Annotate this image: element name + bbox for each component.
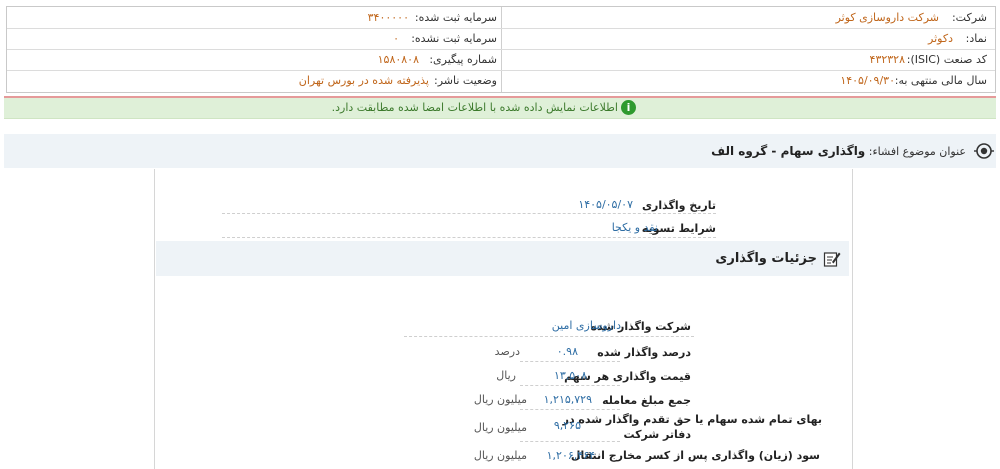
info-row: نماد: دکوثر سرمایه ثبت نشده: ۰ [7,28,995,50]
subject-label: عنوان موضوع افشاء: [868,145,966,158]
info-row: کد صنعت (ISIC): ۴۳۲۳۲۸ شماره پیگیری: ۱۵۸… [7,49,995,71]
row-separator [520,361,620,362]
net-gain-value: ۱,۲۰۶,۴۶۴ [546,449,595,462]
info-icon: i [621,100,636,115]
transferred-company-value: داروسازی امین [551,319,621,332]
unregistered-capital-label: سرمایه ثبت نشده: [411,32,497,45]
fiscal-year-value: ۱۴۰۵/۰۹/۳۰ [840,74,895,87]
percent-unit: درصد [494,345,520,358]
price-per-share-value: ۱۳,۵۰۸ [553,369,587,382]
row-separator [520,441,620,442]
publisher-status-label: وضعیت ناشر: [434,74,497,87]
verification-message: اطلاعات نمایش داده شده با اطلاعات امضا ش… [331,101,618,114]
total-amount-value: ۱,۲۱۵,۷۲۹ [543,393,592,406]
tracking-label: شماره پیگیری: [429,53,497,66]
symbol-label: نماد: [965,32,987,45]
row-separator [520,409,620,410]
registered-capital-label: سرمایه ثبت شده: [414,11,497,24]
company-label: شرکت: [951,11,987,24]
net-gain-label: سود (زیان) واگذاری پس از کسر مخارج انتقا… [570,449,820,462]
company-info-table: شرکت: شرکت داروسازی کوثر سرمایه ثبت شده:… [6,6,996,93]
total-amount-unit: میلیون ریال [473,393,527,406]
price-unit: ریال [496,369,516,382]
transfer-details-header: جزئیات واگذاری [156,241,849,276]
row-separator [222,213,716,214]
row-separator [222,237,716,238]
net-gain-unit: میلیون ریال [473,449,527,462]
transfer-date-label: تاریخ واگذاری [641,199,716,212]
info-row: سال مالی منتهی به: ۱۴۰۵/۰۹/۳۰ وضعیت ناشر… [7,70,995,91]
publisher-status-value: پذیرفته شده در بورس تهران [298,74,429,87]
unregistered-capital-value: ۰ [393,32,399,45]
info-row: شرکت: شرکت داروسازی کوثر سرمایه ثبت شده:… [7,7,995,29]
total-amount-label: جمع مبلغ معامله [602,394,691,407]
transfer-details-title: جزئیات واگذاری [715,251,817,266]
settlement-terms-value: نقد و یکجا [611,221,658,234]
isic-label: کد صنعت (ISIC): [906,53,987,66]
subject-line: عنوان موضوع افشاء: واگذاری سهام - گروه ا… [711,134,966,169]
book-cost-unit: میلیون ریال [473,421,527,434]
transferred-percent-value: ۰.۹۸ [556,345,578,358]
row-separator [404,336,694,337]
edit-icon [823,252,841,267]
registered-capital-value: ۳۴۰۰۰۰۰ [367,11,409,24]
verification-banner: i اطلاعات نمایش داده شده با اطلاعات امضا… [4,96,996,119]
book-cost-label-line1: بهای تمام شده سهام یا حق تقدم واگذار شده… [562,413,822,426]
fiscal-year-label: سال مالی منتهی به: [894,74,987,87]
row-separator [520,385,620,386]
book-cost-value: ۹,۲۶۵ [553,419,581,432]
subject-title: واگذاری سهام - گروه الف [711,144,866,158]
tracking-value: ۱۵۸۰۸۰۸ [377,53,419,66]
transfer-date-value: ۱۴۰۵/۰۵/۰۷ [578,198,633,211]
symbol-value: دکوثر [928,32,953,45]
book-cost-label-line2: دفاتر شرکت [623,428,691,441]
disclosure-subject-bar: عنوان موضوع افشاء: واگذاری سهام - گروه ا… [4,134,996,168]
isic-value: ۴۳۲۳۲۸ [869,53,905,66]
company-value: شرکت داروسازی کوثر [835,11,939,24]
target-icon [974,143,994,159]
transferred-percent-label: درصد واگذار شده [597,346,691,359]
